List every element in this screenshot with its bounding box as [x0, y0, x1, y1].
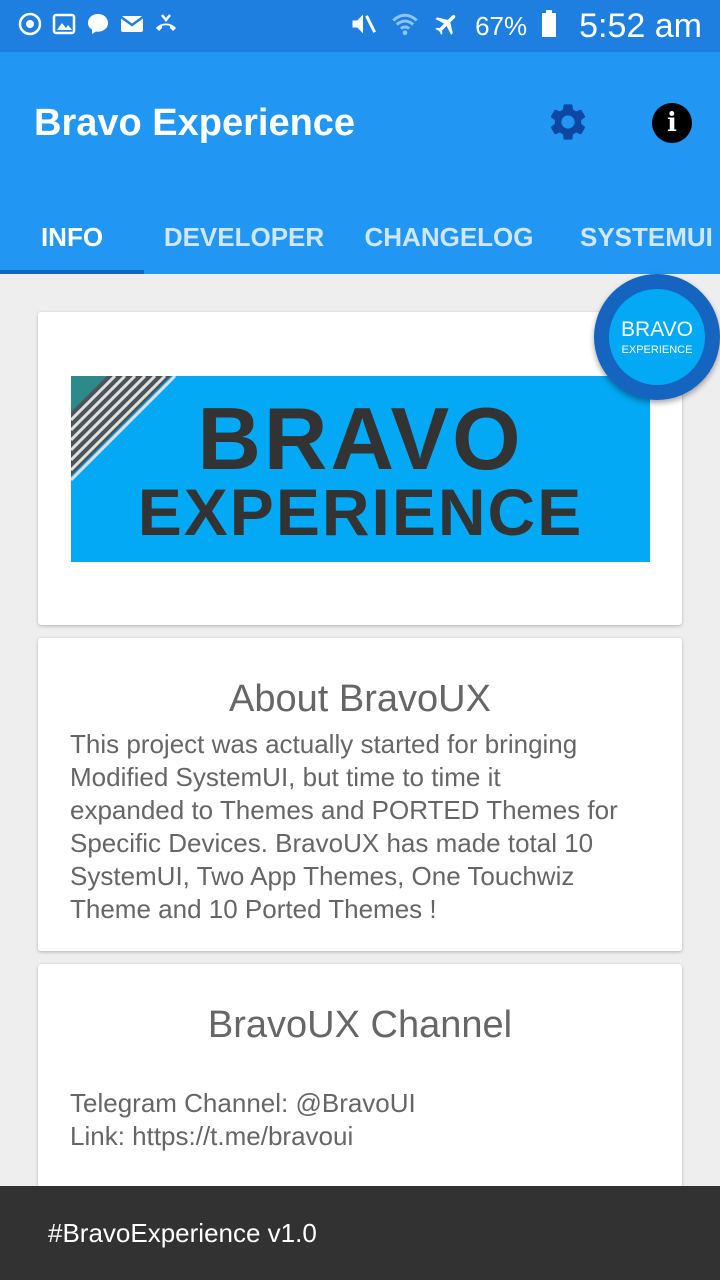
bravo-logo-button[interactable]: BRAVO EXPERIENCE — [594, 274, 720, 400]
app-title: Bravo Experience — [34, 102, 356, 144]
wifi-icon — [391, 10, 419, 43]
mute-icon — [349, 10, 377, 43]
logo-line1: BRAVO — [621, 318, 693, 341]
channel-title: BravoUX Channel — [207, 1004, 513, 1046]
gear-icon — [550, 104, 586, 140]
version-snackbar: #BravoExperience v1.0 — [0, 1186, 720, 1280]
tab-developer[interactable]: DEVELOPER — [144, 200, 344, 274]
channel-card: BravoUX Channel Telegram Channel: @Bravo… — [38, 964, 682, 1224]
tab-bar: INFO DEVELOPER CHANGELOG SYSTEMUI — [0, 200, 720, 274]
battery-icon — [541, 9, 557, 43]
about-line: Theme and 10 Ported Themes ! — [70, 894, 437, 924]
about-line: Modified SystemUI, but time to time it — [70, 762, 501, 792]
tab-label: INFO — [40, 221, 104, 252]
about-line: SystemUI, Two App Themes, One Touchwiz — [70, 861, 575, 891]
airplane-icon — [433, 10, 461, 43]
about-line: This project was actually started for br… — [70, 729, 578, 759]
battery-percentage: 67% — [475, 10, 528, 41]
call-notification-icon — [154, 12, 178, 36]
about-card: About BravoUX This project was actually … — [38, 638, 682, 951]
channel-info: Telegram Channel: @BravoUI Link: https:/… — [70, 1087, 660, 1153]
sync-icon — [18, 12, 42, 36]
tab-indicator — [0, 270, 144, 274]
about-title: About BravoUX — [229, 678, 491, 720]
image-icon — [52, 12, 76, 36]
tab-info[interactable]: INFO — [0, 200, 144, 274]
tab-label: DEVELOPER — [163, 221, 325, 252]
app-bar: Bravo Experience i INFO DEVELOPER CHANGE… — [0, 52, 720, 274]
bravo-experience-banner: BRAVO EXPERIENCE — [71, 376, 650, 562]
info-icon: i — [667, 108, 677, 138]
about-line: Specific Devices. BravoUX has made total… — [70, 828, 594, 858]
mail-icon — [120, 12, 144, 36]
system-status: 67% 5:52 am — [349, 6, 702, 46]
info-button[interactable]: i — [652, 103, 692, 143]
banner-subtitle: EXPERIENCE — [137, 475, 584, 549]
channel-link[interactable]: Link: https://t.me/bravoui — [70, 1120, 660, 1153]
tab-changelog[interactable]: CHANGELOG — [344, 200, 554, 274]
logo-line2: EXPERIENCE — [621, 344, 693, 356]
version-text: #BravoExperience v1.0 — [48, 1218, 317, 1248]
about-line: expanded to Themes and PORTED Themes for — [70, 795, 618, 825]
settings-button[interactable] — [546, 100, 590, 144]
tab-label: CHANGELOG — [364, 221, 534, 252]
notification-icons — [18, 12, 178, 36]
bravo-logo: BRAVO EXPERIENCE — [609, 289, 705, 385]
tab-label: SYSTEMUI — [580, 221, 713, 252]
tab-systemui[interactable]: SYSTEMUI — [554, 200, 720, 274]
status-bar: 67% 5:52 am — [0, 0, 720, 52]
telegram-channel-text: Telegram Channel: @BravoUI — [70, 1088, 416, 1118]
banner-card: BRAVO EXPERIENCE — [38, 312, 682, 625]
clock: 5:52 am — [579, 6, 702, 45]
about-text: This project was actually started for br… — [70, 728, 660, 926]
messenger-icon — [86, 12, 110, 36]
